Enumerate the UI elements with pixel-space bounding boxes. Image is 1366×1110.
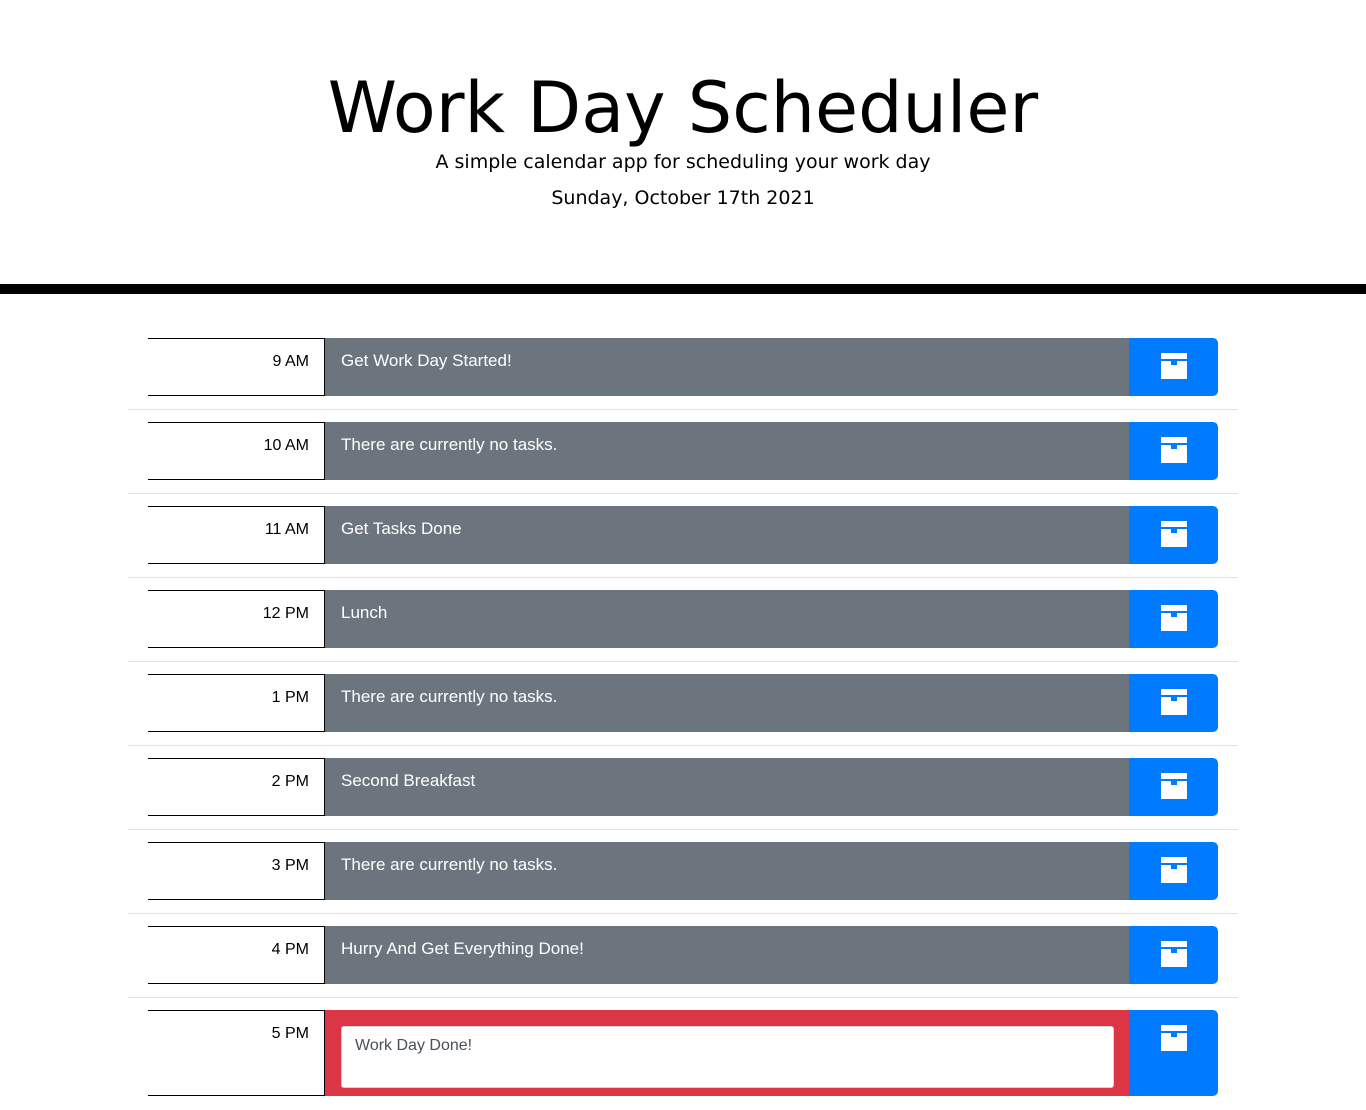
hour-label: 12 PM [148, 590, 325, 648]
save-button[interactable] [1129, 422, 1218, 480]
time-block-row: 5 PM Work Day Done! [128, 1010, 1238, 1109]
save-button[interactable] [1129, 590, 1218, 648]
time-block-12pm: 12 PM Lunch [148, 590, 1218, 648]
task-text[interactable]: There are currently no tasks. [325, 422, 1129, 480]
current-day: Sunday, October 17th 2021 [551, 187, 815, 209]
time-block-9am: 9 AM Get Work Day Started! [148, 338, 1218, 396]
task-input[interactable]: Work Day Done! [341, 1026, 1114, 1088]
hour-label: 9 AM [148, 338, 325, 396]
save-button[interactable] [1129, 674, 1218, 732]
hour-label: 10 AM [148, 422, 325, 480]
time-block-row: 2 PM Second Breakfast [128, 758, 1238, 830]
time-block-row: 3 PM There are currently no tasks. [128, 842, 1238, 914]
hour-label: 4 PM [148, 926, 325, 984]
save-button[interactable] [1129, 338, 1218, 396]
time-block-3pm: 3 PM There are currently no tasks. [148, 842, 1218, 900]
save-button[interactable] [1129, 506, 1218, 564]
time-block-2pm: 2 PM Second Breakfast [148, 758, 1218, 816]
save-button[interactable] [1129, 842, 1218, 900]
hour-label: 2 PM [148, 758, 325, 816]
page-title: Work Day Scheduler [327, 67, 1039, 149]
time-block-row: 4 PM Hurry And Get Everything Done! [128, 926, 1238, 998]
time-block-5pm: 5 PM Work Day Done! [148, 1010, 1218, 1096]
time-block-11am: 11 AM Get Tasks Done [148, 506, 1218, 564]
save-box-icon [1160, 689, 1187, 732]
hour-label: 3 PM [148, 842, 325, 900]
time-block-row: 10 AM There are currently no tasks. [128, 422, 1238, 494]
hour-label: 11 AM [148, 506, 325, 564]
time-block-row: 1 PM There are currently no tasks. [128, 674, 1238, 746]
task-text[interactable]: Second Breakfast [325, 758, 1129, 816]
save-button[interactable] [1129, 1010, 1218, 1096]
save-button[interactable] [1129, 926, 1218, 984]
task-text[interactable]: Hurry And Get Everything Done! [325, 926, 1129, 984]
page-subtitle: A simple calendar app for scheduling you… [435, 151, 931, 173]
time-block-4pm: 4 PM Hurry And Get Everything Done! [148, 926, 1218, 984]
task-cell-present: Work Day Done! [325, 1010, 1129, 1096]
task-text[interactable]: There are currently no tasks. [325, 674, 1129, 732]
save-box-icon [1160, 521, 1187, 564]
time-block-row: 11 AM Get Tasks Done [128, 506, 1238, 578]
hour-label: 5 PM [148, 1010, 325, 1096]
save-box-icon [1160, 941, 1187, 984]
save-box-icon [1160, 353, 1187, 396]
time-block-10am: 10 AM There are currently no tasks. [148, 422, 1218, 480]
schedule-container: 9 AM Get Work Day Started! 10 AM There a… [128, 294, 1238, 1109]
hour-label: 1 PM [148, 674, 325, 732]
save-box-icon [1160, 1025, 1187, 1096]
save-button[interactable] [1129, 758, 1218, 816]
time-block-row: 9 AM Get Work Day Started! [128, 338, 1238, 410]
task-text[interactable]: Get Work Day Started! [325, 338, 1129, 396]
save-box-icon [1160, 437, 1187, 480]
save-box-icon [1160, 857, 1187, 900]
task-text[interactable]: Lunch [325, 590, 1129, 648]
task-text[interactable]: There are currently no tasks. [325, 842, 1129, 900]
header: Work Day Scheduler A simple calendar app… [0, 0, 1366, 294]
task-text[interactable]: Get Tasks Done [325, 506, 1129, 564]
save-box-icon [1160, 605, 1187, 648]
save-box-icon [1160, 773, 1187, 816]
time-block-1pm: 1 PM There are currently no tasks. [148, 674, 1218, 732]
time-block-row: 12 PM Lunch [128, 590, 1238, 662]
